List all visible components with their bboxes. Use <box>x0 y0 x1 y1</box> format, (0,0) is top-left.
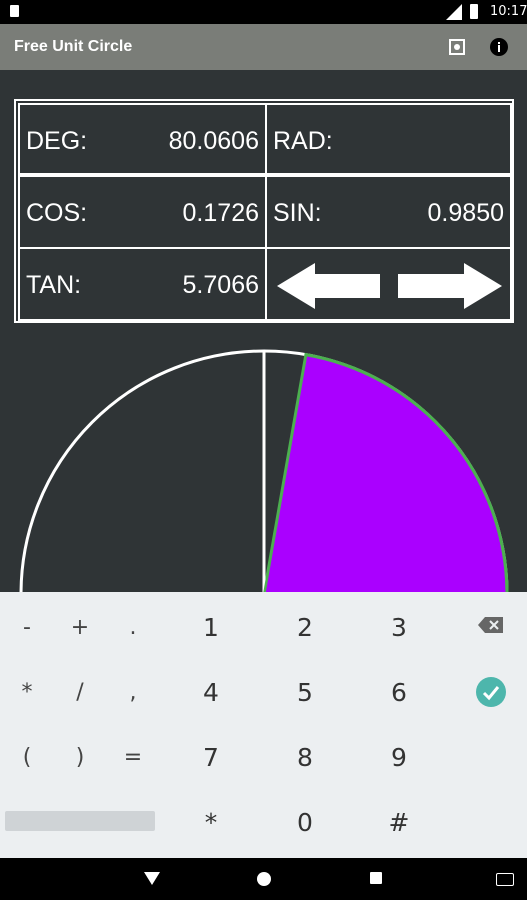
rad-cell[interactable]: RAD: <box>265 103 512 175</box>
tan-label: TAN: <box>26 271 82 299</box>
key-0-4[interactable]: 2 <box>275 603 335 653</box>
key-1-4[interactable]: 5 <box>275 668 335 718</box>
key-3-5[interactable]: # <box>369 798 429 848</box>
key-2-0[interactable]: ( <box>0 733 57 783</box>
arrow-icons <box>277 263 502 309</box>
settings-icon[interactable] <box>448 38 466 56</box>
left-arrow-icon[interactable] <box>277 263 380 309</box>
key-1-5[interactable]: 6 <box>369 668 429 718</box>
key-3-3[interactable]: * <box>181 798 241 848</box>
key-2-2[interactable]: = <box>103 733 163 783</box>
numeric-keyboard: - +. 1 2 3 * /, 4 5 6() = 7 8 9 * 0 # <box>0 592 527 858</box>
key-1-2[interactable]: , <box>103 668 163 718</box>
key-0-3[interactable]: 1 <box>181 603 241 653</box>
app-title: Free Unit Circle <box>14 38 133 55</box>
backspace-key[interactable] <box>478 616 504 634</box>
key-0-1[interactable]: + <box>50 603 110 653</box>
rad-label: RAD: <box>273 127 333 155</box>
sin-label: SIN: <box>273 199 322 227</box>
unit-circle-view[interactable] <box>0 340 527 592</box>
key-0-2[interactable]: . <box>103 603 163 653</box>
right-arrow-icon[interactable] <box>398 263 502 309</box>
battery-icon <box>470 4 478 19</box>
check-icon <box>482 686 500 701</box>
sin-cell: SIN: 0.9850 <box>265 175 512 249</box>
key-2-3[interactable]: 7 <box>181 733 241 783</box>
key-2-4[interactable]: 8 <box>275 733 335 783</box>
arrow-cell <box>265 247 512 321</box>
home-icon[interactable] <box>257 872 271 886</box>
cos-label: COS: <box>26 199 88 227</box>
signal-icon <box>446 4 462 20</box>
deg-label: DEG: <box>26 127 88 155</box>
spacebar-key[interactable] <box>5 811 155 831</box>
deg-cell[interactable]: DEG: 80.0606 <box>18 103 267 175</box>
navigation-bar <box>0 858 527 900</box>
recents-icon[interactable] <box>370 872 382 884</box>
deg-value: 80.0606 <box>168 127 259 155</box>
status-bar: 10:17 <box>0 0 527 24</box>
status-time: 10:17 <box>490 4 527 19</box>
back-icon[interactable] <box>144 872 160 885</box>
trig-values-table: DEG: 80.0606 RAD: COS: 0.1726 SIN: 0.985… <box>14 99 514 323</box>
info-icon[interactable] <box>489 37 509 57</box>
key-2-5[interactable]: 9 <box>369 733 429 783</box>
key-0-0[interactable]: - <box>0 603 57 653</box>
key-2-1[interactable]: ) <box>50 733 110 783</box>
key-1-0[interactable]: * <box>0 668 57 718</box>
tan-value: 5.7066 <box>182 271 259 299</box>
sd-card-icon <box>10 5 19 17</box>
done-key[interactable] <box>476 677 506 707</box>
key-3-4[interactable]: 0 <box>275 798 335 848</box>
sin-value: 0.9850 <box>427 199 504 227</box>
key-1-1[interactable]: / <box>50 668 110 718</box>
tan-cell: TAN: 5.7066 <box>18 247 267 321</box>
cos-cell: COS: 0.1726 <box>18 175 267 249</box>
keyboard-switch-icon[interactable] <box>496 873 514 886</box>
app-bar: Free Unit Circle <box>0 24 527 70</box>
key-1-3[interactable]: 4 <box>181 668 241 718</box>
cos-value: 0.1726 <box>182 199 259 227</box>
unit-circle-graphic[interactable] <box>0 340 527 592</box>
key-0-5[interactable]: 3 <box>369 603 429 653</box>
